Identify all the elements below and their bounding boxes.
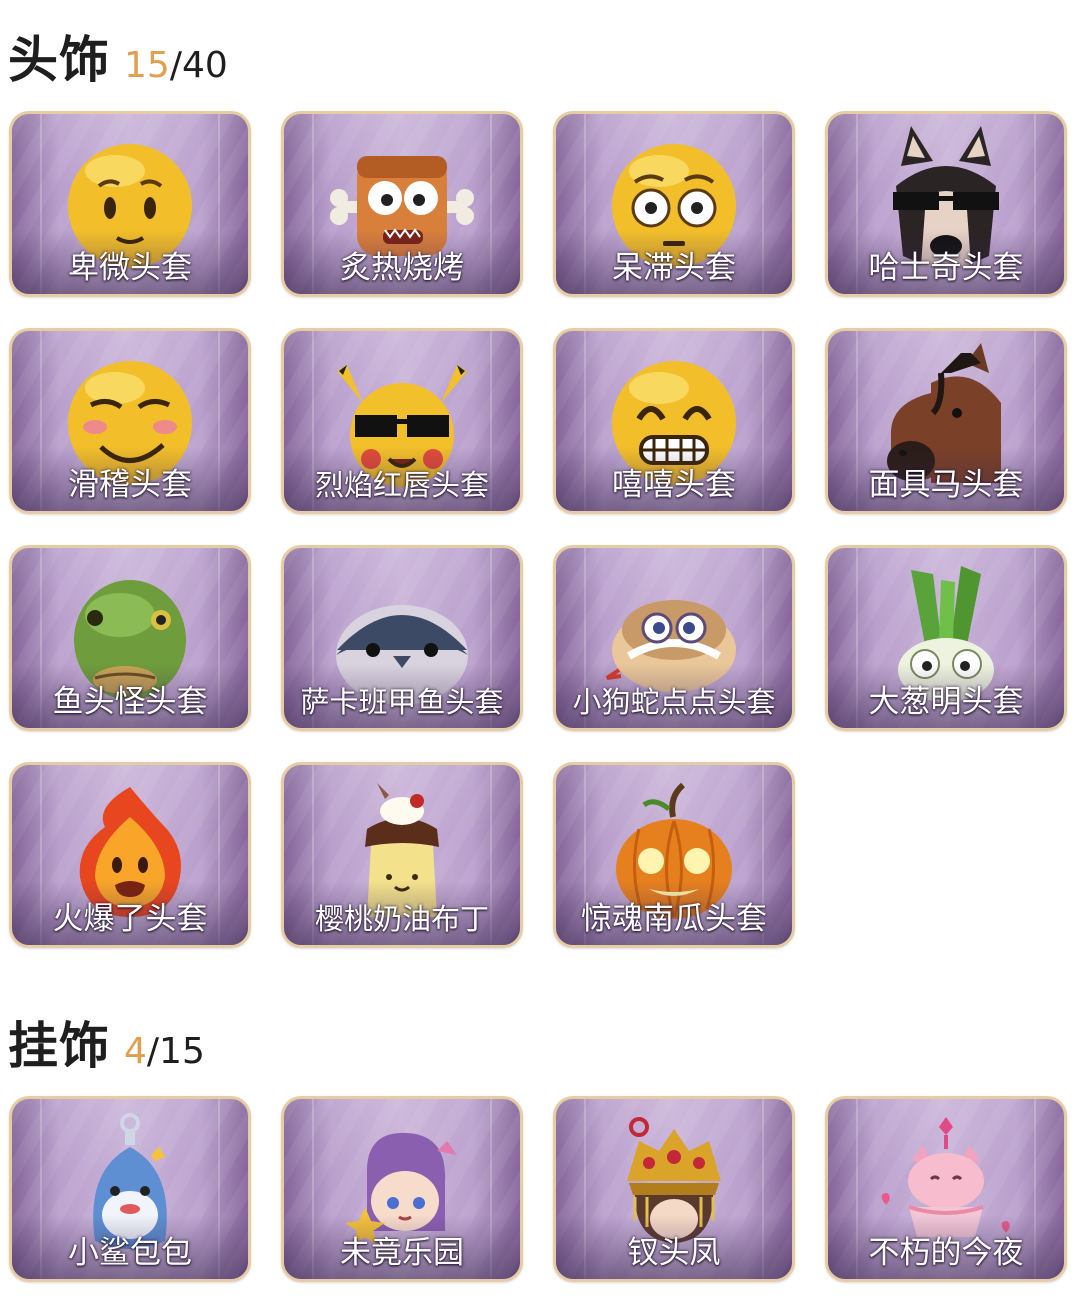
item-name: 未竟乐园 bbox=[340, 1235, 464, 1271]
total-count: /40 bbox=[169, 45, 228, 86]
item-card[interactable]: 烈焰红唇头套 bbox=[281, 328, 523, 514]
owned-count: 15 bbox=[124, 45, 170, 86]
item-name: 火爆了头套 bbox=[52, 901, 208, 937]
item-card[interactable]: 钗头凤 bbox=[553, 1096, 795, 1282]
item-name: 萨卡班甲鱼头套 bbox=[300, 685, 504, 719]
item-name: 小狗蛇点点头套 bbox=[572, 685, 776, 719]
item-name: 惊魂南瓜头套 bbox=[581, 901, 767, 937]
item-name: 樱桃奶油布丁 bbox=[314, 902, 489, 936]
item-name: 炙热烧烤 bbox=[340, 250, 464, 286]
pendant-grid: 小鲨包包 未竟乐园 钗头凤 不朽的今夜 bbox=[9, 1096, 1071, 1282]
item-card[interactable]: 卑微头套 bbox=[9, 111, 251, 297]
item-name: 小鲨包包 bbox=[68, 1235, 192, 1271]
total-count: /15 bbox=[146, 1031, 205, 1072]
item-name: 面具马头套 bbox=[868, 467, 1024, 503]
item-name: 不朽的今夜 bbox=[868, 1235, 1024, 1271]
item-card[interactable]: 不朽的今夜 bbox=[825, 1096, 1067, 1282]
item-name: 呆滞头套 bbox=[612, 250, 736, 286]
item-name: 哈士奇头套 bbox=[868, 250, 1024, 286]
item-card[interactable]: 小鲨包包 bbox=[9, 1096, 251, 1282]
item-name: 嘻嘻头套 bbox=[612, 467, 736, 503]
item-card[interactable]: 大葱明头套 bbox=[825, 545, 1067, 731]
item-name: 烈焰红唇头套 bbox=[314, 468, 489, 502]
item-card[interactable]: 未竟乐园 bbox=[281, 1096, 523, 1282]
item-card[interactable]: 呆滞头套 bbox=[553, 111, 795, 297]
item-name: 卑微头套 bbox=[68, 250, 192, 286]
collection-count: 4/15 bbox=[124, 1031, 205, 1072]
headwear-grid: 卑微头套 炙热烧烤 呆滞头套 哈士奇头套 滑稽头套 烈焰红唇头套 嘻嘻头套 面具… bbox=[9, 111, 1071, 948]
section-title: 头饰 bbox=[8, 31, 110, 89]
item-name: 大葱明头套 bbox=[868, 684, 1024, 720]
section-title: 挂饰 bbox=[8, 1017, 110, 1075]
item-card[interactable]: 火爆了头套 bbox=[9, 762, 251, 948]
item-card[interactable]: 萨卡班甲鱼头套 bbox=[281, 545, 523, 731]
section-header-pendant: 挂饰 4/15 bbox=[8, 1006, 205, 1078]
item-card[interactable]: 哈士奇头套 bbox=[825, 111, 1067, 297]
item-card[interactable]: 滑稽头套 bbox=[9, 328, 251, 514]
section-header-headwear: 头饰 15/40 bbox=[8, 20, 228, 92]
collection-count: 15/40 bbox=[124, 45, 228, 86]
item-name: 鱼头怪头套 bbox=[52, 684, 208, 720]
item-card[interactable]: 樱桃奶油布丁 bbox=[281, 762, 523, 948]
item-card[interactable]: 小狗蛇点点头套 bbox=[553, 545, 795, 731]
item-card[interactable]: 嘻嘻头套 bbox=[553, 328, 795, 514]
item-card[interactable]: 鱼头怪头套 bbox=[9, 545, 251, 731]
item-name: 滑稽头套 bbox=[68, 467, 192, 503]
item-card[interactable]: 炙热烧烤 bbox=[281, 111, 523, 297]
item-card[interactable]: 面具马头套 bbox=[825, 328, 1067, 514]
item-card[interactable]: 惊魂南瓜头套 bbox=[553, 762, 795, 948]
item-name: 钗头凤 bbox=[627, 1235, 721, 1271]
owned-count: 4 bbox=[124, 1031, 147, 1072]
